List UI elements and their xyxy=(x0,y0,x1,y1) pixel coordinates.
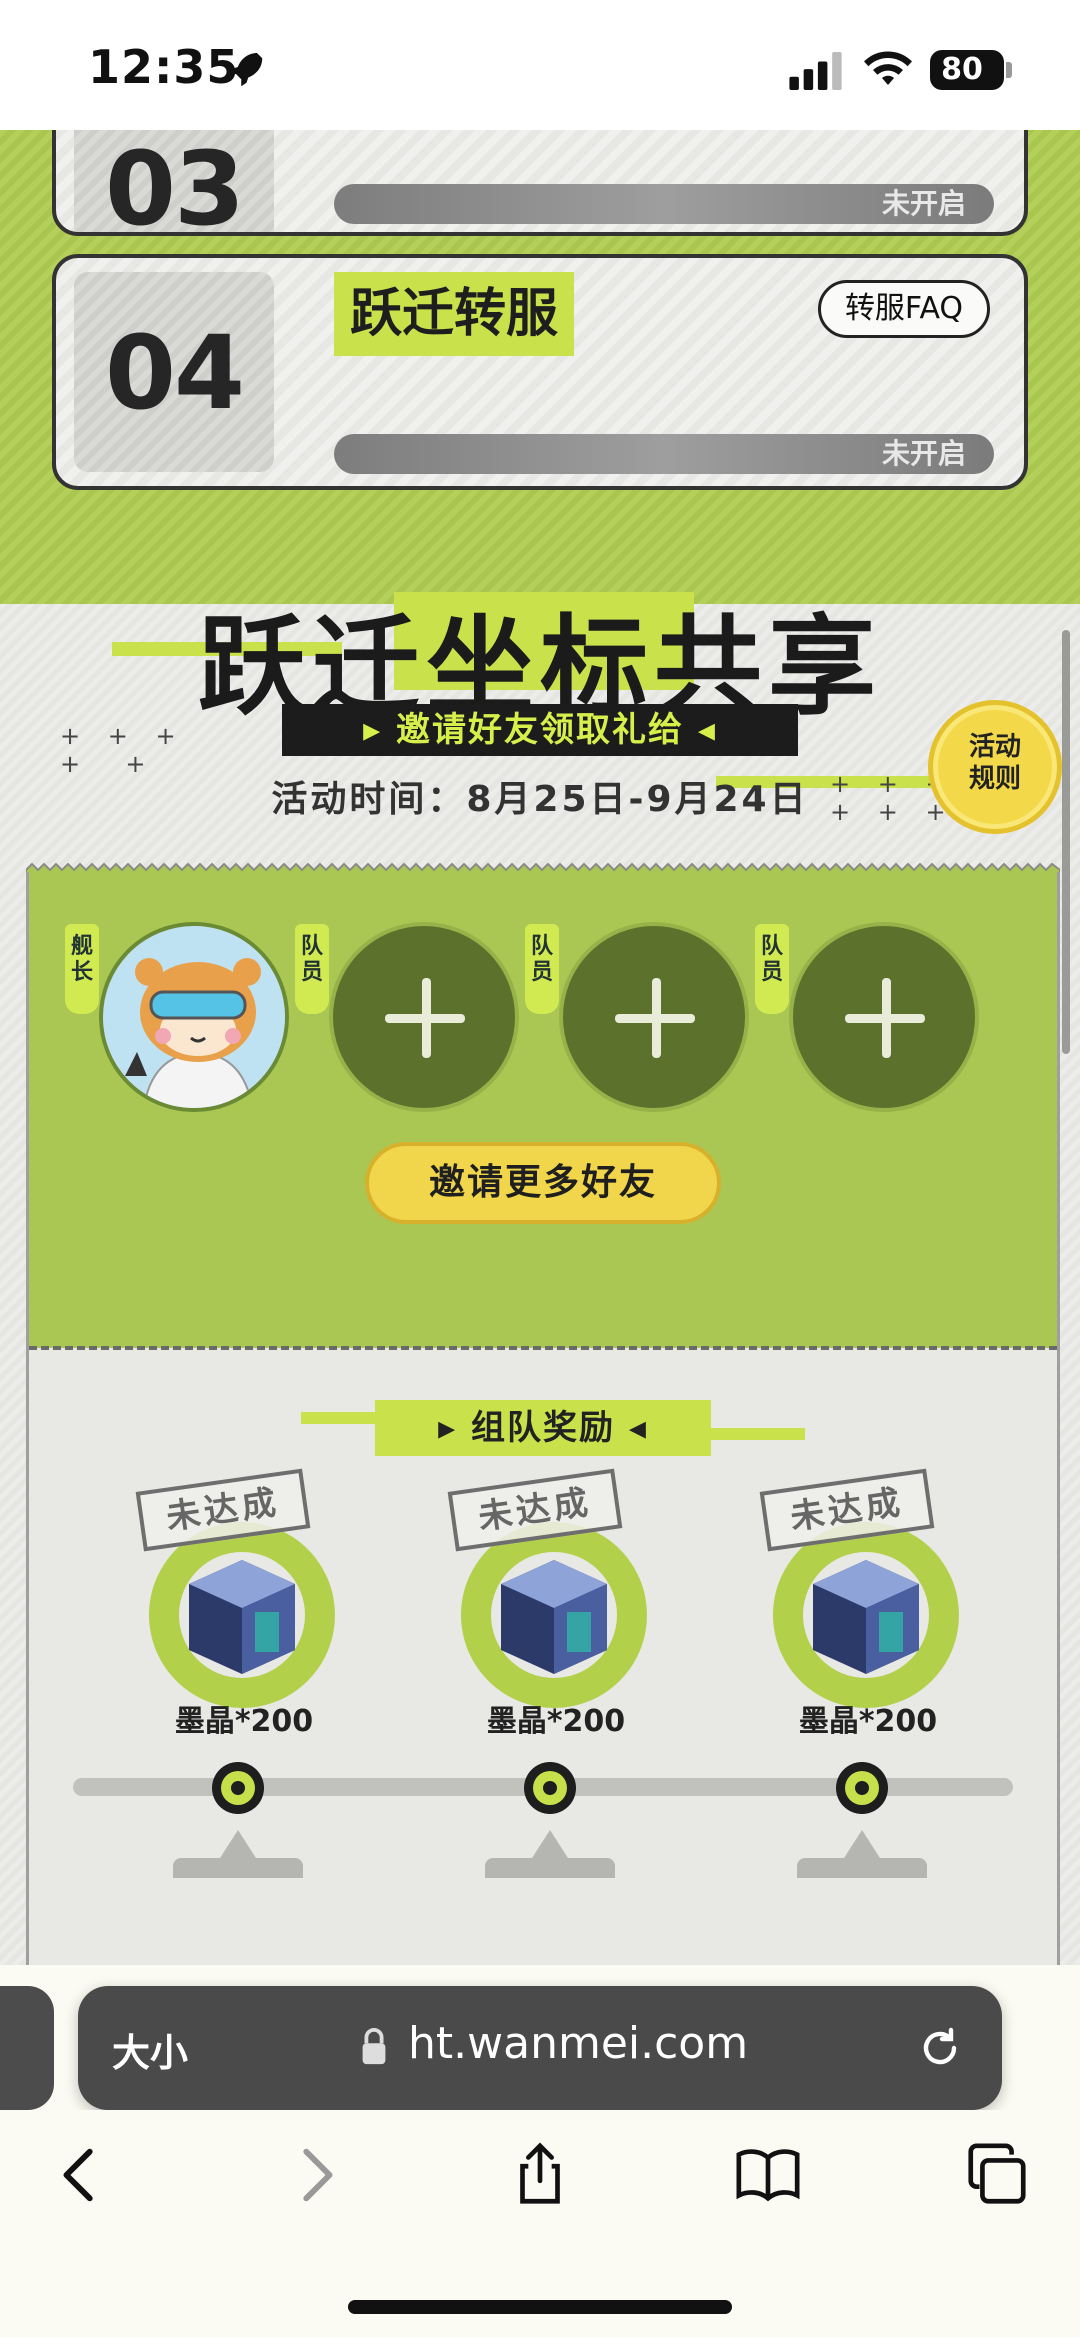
pointer-base xyxy=(797,1858,927,1878)
stage-card-04: 04 跃迁转服 转服FAQ 未开启 xyxy=(52,254,1028,490)
lock-icon xyxy=(362,2028,386,2065)
home-indicator[interactable] xyxy=(348,2300,732,2314)
reward-item-3[interactable]: 未达成 墨晶*200 xyxy=(759,1468,973,1739)
team-members-area: 舰长 队员 队员 队员 邀请更多好友 xyxy=(29,872,1057,1348)
stage-status: 未开启 xyxy=(881,187,966,220)
status-bar: 12:35 80 xyxy=(0,0,1080,130)
battery-level: 80 xyxy=(941,52,983,87)
stage-status: 未开启 xyxy=(881,437,966,470)
reward-label: 墨晶*200 xyxy=(174,1704,314,1739)
invite-more-friends-button[interactable]: 邀请更多好友 xyxy=(365,1142,721,1224)
wifi-icon xyxy=(864,51,912,85)
stage-title: 跃迁转服 xyxy=(334,272,575,356)
ink-crystal-cube-icon xyxy=(189,1560,295,1674)
rules-button[interactable]: 活动 规则 xyxy=(928,700,1062,834)
status-time: 12:35 xyxy=(88,40,240,94)
rules-label-line1: 活动 xyxy=(968,732,1021,762)
dashed-divider xyxy=(29,1346,1057,1350)
cellular-signal-icon xyxy=(789,52,842,90)
pointer-base xyxy=(485,1858,615,1878)
reward-item-2[interactable]: 未达成 墨晶*200 xyxy=(447,1468,661,1739)
previous-tab-peek[interactable] xyxy=(0,1986,54,2110)
activity-time: 活动时间：8月25日-9月24日 xyxy=(271,779,809,820)
text-size-button[interactable]: 大小 xyxy=(112,2022,188,2077)
stage-list-section: 03 未开启 04 跃迁转服 转服FAQ 未开启 xyxy=(0,130,1080,604)
team-panel: 舰长 队员 队员 队员 邀请更多好友 ▸ 组队奖励 ◂ 未达成 墨晶*200 未… xyxy=(26,872,1060,1972)
rocket-icon xyxy=(229,53,263,87)
stage-number: 03 xyxy=(105,130,245,236)
back-icon[interactable] xyxy=(46,2140,116,2210)
forward-icon[interactable] xyxy=(280,2140,350,2210)
plus-icon-bar xyxy=(615,1014,695,1023)
add-member-slot-2[interactable] xyxy=(559,922,749,1112)
scrollbar[interactable] xyxy=(1062,630,1070,1054)
member-tag: 队员 xyxy=(295,924,329,1014)
stage-progress-bar: 未开启 xyxy=(334,434,994,474)
battery-icon: 80 xyxy=(930,50,1004,90)
pointer-triangle xyxy=(844,1830,880,1858)
pointer-triangle xyxy=(220,1830,256,1858)
member-tag: 队员 xyxy=(755,924,789,1014)
captain-avatar[interactable] xyxy=(99,922,289,1112)
share-icon[interactable] xyxy=(505,2140,575,2210)
pointer-triangle xyxy=(532,1830,568,1858)
plus-icon-bar xyxy=(845,1014,925,1023)
hamster-character-icon xyxy=(103,926,285,1108)
event-subtitle: ▸ 邀请好友领取礼给 ◂ xyxy=(282,704,798,756)
stage-number-box: 04 xyxy=(74,272,274,472)
stage-progress-bar: 未开启 xyxy=(334,184,994,224)
rules-label-line2: 规则 xyxy=(968,764,1021,794)
bookmarks-icon[interactable] xyxy=(733,2140,803,2210)
progress-node-1 xyxy=(212,1762,264,1814)
reward-item-1[interactable]: 未达成 墨晶*200 xyxy=(135,1468,349,1739)
stage-number: 04 xyxy=(105,314,245,433)
add-member-slot-3[interactable] xyxy=(789,922,979,1112)
stage-card-03: 03 未开启 xyxy=(52,130,1028,236)
plus-icon-bar xyxy=(385,1014,465,1023)
ink-crystal-cube-icon xyxy=(501,1560,607,1674)
battery-tip xyxy=(1006,62,1012,78)
url-text[interactable]: ht.wanmei.com xyxy=(408,2018,748,2069)
team-reward-header: ▸ 组队奖励 ◂ xyxy=(375,1400,711,1456)
faq-button[interactable]: 转服FAQ xyxy=(818,280,990,338)
reward-label: 墨晶*200 xyxy=(486,1704,626,1739)
reward-label: 墨晶*200 xyxy=(798,1704,938,1739)
ink-crystal-cube-icon xyxy=(813,1560,919,1674)
progress-node-2 xyxy=(524,1762,576,1814)
pointer-base xyxy=(173,1858,303,1878)
reload-icon[interactable] xyxy=(916,2024,964,2072)
stage-number-box: 03 xyxy=(74,130,274,236)
member-tag: 队员 xyxy=(525,924,559,1014)
address-bar[interactable]: 大小 ht.wanmei.com xyxy=(78,1986,1002,2110)
tabs-icon[interactable] xyxy=(962,2140,1032,2210)
header-deco-bar xyxy=(301,1412,385,1424)
rules-label: 活动 规则 xyxy=(933,731,1057,795)
add-member-slot-1[interactable] xyxy=(329,922,519,1112)
progress-node-3 xyxy=(836,1762,888,1814)
header-deco-bar xyxy=(701,1428,805,1440)
captain-tag: 舰长 xyxy=(65,924,99,1014)
